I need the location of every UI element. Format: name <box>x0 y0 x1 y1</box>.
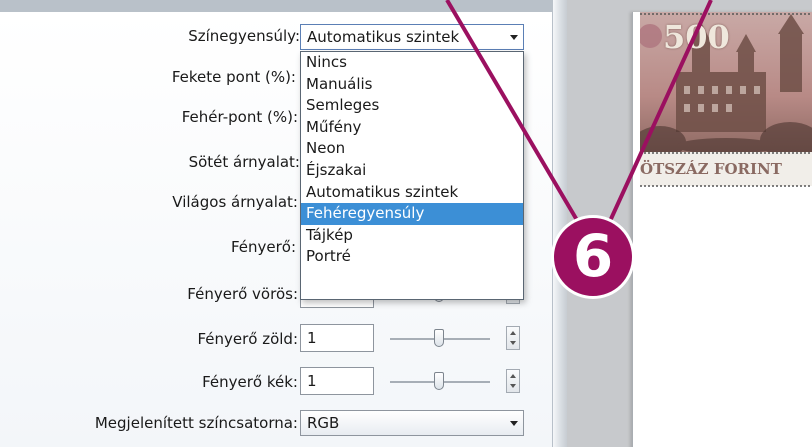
dropdown-option[interactable]: Műfény <box>301 117 523 139</box>
color-balance-label: Színegyensúly: <box>188 27 300 45</box>
brightness-blue-value: 1 <box>307 372 317 390</box>
panel-splitter[interactable] <box>553 0 567 447</box>
brightness-blue-label: Fényerő kék: <box>202 373 298 391</box>
chevron-down-icon <box>510 421 518 426</box>
channel-value: RGB <box>307 414 340 432</box>
color-balance-dropdown-list[interactable]: Nincs Manuális Semleges Műfény Neon Éjszakai A… <box>300 51 524 300</box>
brightness-green-value: 1 <box>307 329 317 347</box>
dropdown-option[interactable]: Nincs <box>301 52 523 74</box>
dropdown-option[interactable]: Semleges <box>301 95 523 117</box>
dark-shade-label: Sötét árnyalat: <box>188 153 300 171</box>
slider-thumb[interactable] <box>434 372 444 390</box>
banknote-value: 500 <box>663 18 730 56</box>
brightness-green-input[interactable]: 1 <box>300 324 374 352</box>
dropdown-option[interactable]: Neon <box>301 138 523 160</box>
brightness-green-slider[interactable] <box>390 329 490 349</box>
color-balance-value: Automatikus szintek <box>307 28 460 46</box>
dropdown-option[interactable]: Manuális <box>301 74 523 96</box>
spin-down-icon[interactable] <box>510 341 516 345</box>
spin-down-icon[interactable] <box>510 384 516 388</box>
dropdown-option[interactable]: Tájkép <box>301 225 523 247</box>
brightness-red-label: Fényerő vörös: <box>187 285 298 303</box>
black-point-label: Fekete pont (%): <box>171 68 296 86</box>
dropdown-option[interactable]: Portré <box>301 246 523 268</box>
callout-number-badge: 6 <box>551 215 635 299</box>
white-point-label: Fehér-pont (%): <box>181 108 298 126</box>
dropdown-option[interactable]: Éjszakai <box>301 160 523 182</box>
chevron-down-icon <box>510 35 518 40</box>
brightness-blue-spinner[interactable] <box>506 369 520 393</box>
channel-label: Megjelenített színcsatorna: <box>94 414 298 432</box>
light-shade-label: Világos árnyalat: <box>172 193 298 211</box>
banknote-caption: ÖTSZÁZ FORINT <box>640 160 782 178</box>
slider-thumb[interactable] <box>434 329 444 347</box>
dropdown-option[interactable]: Automatikus szintek <box>301 182 523 204</box>
brightness-blue-input[interactable]: 1 <box>300 367 374 395</box>
channel-select[interactable]: RGB <box>300 410 524 436</box>
dropdown-option[interactable]: Fehéregyensúly <box>301 203 523 225</box>
color-balance-select[interactable]: Automatikus szintek <box>300 24 524 50</box>
brightness-blue-slider[interactable] <box>390 372 490 392</box>
brightness-green-spinner[interactable] <box>506 326 520 350</box>
banknote-image: 500 ÖTSZÁZ FORINT <box>634 12 812 190</box>
brightness-label: Fényerő: <box>230 238 296 256</box>
brightness-green-label: Fényerő zöld: <box>197 330 298 348</box>
spin-up-icon[interactable] <box>510 331 516 335</box>
spin-up-icon[interactable] <box>510 374 516 378</box>
